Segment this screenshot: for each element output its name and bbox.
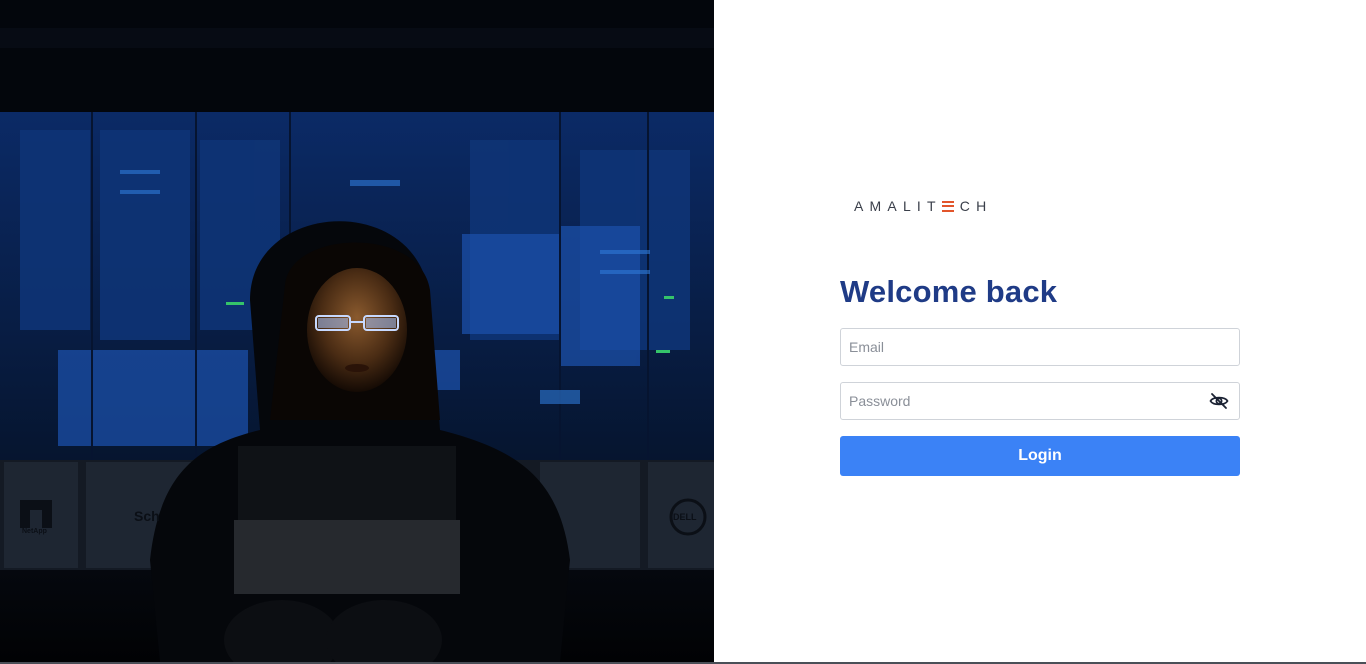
password-field[interactable] (841, 383, 1189, 419)
brand-prefix: AMALIT (854, 198, 942, 214)
hero-photo: NetApp Sch DELL (0, 0, 714, 662)
eye-off-icon-glyph (1209, 393, 1229, 409)
hero-vendor-logo-netapp: NetApp (22, 528, 47, 535)
email-field-wrapper (840, 328, 1240, 366)
brand-suffix: CH (959, 198, 993, 214)
login-page: NetApp Sch DELL AMALIT CH Welcome back Lo… (0, 0, 1366, 664)
eye-off-icon[interactable] (1209, 392, 1229, 410)
hero-vendor-logo-dell: DELL (673, 512, 697, 522)
brand-e-mark-icon (941, 200, 954, 212)
email-field[interactable] (841, 329, 1189, 365)
amalitech-logo: AMALIT CH (854, 198, 992, 214)
hero-vendor-logo-sch: Sch (134, 508, 160, 524)
password-field-wrapper (840, 382, 1240, 420)
login-button[interactable]: Login (840, 436, 1240, 476)
page-title: Welcome back (840, 274, 1058, 309)
login-panel: AMALIT CH Welcome back Login (714, 0, 1366, 662)
hero-illustration (0, 0, 714, 662)
